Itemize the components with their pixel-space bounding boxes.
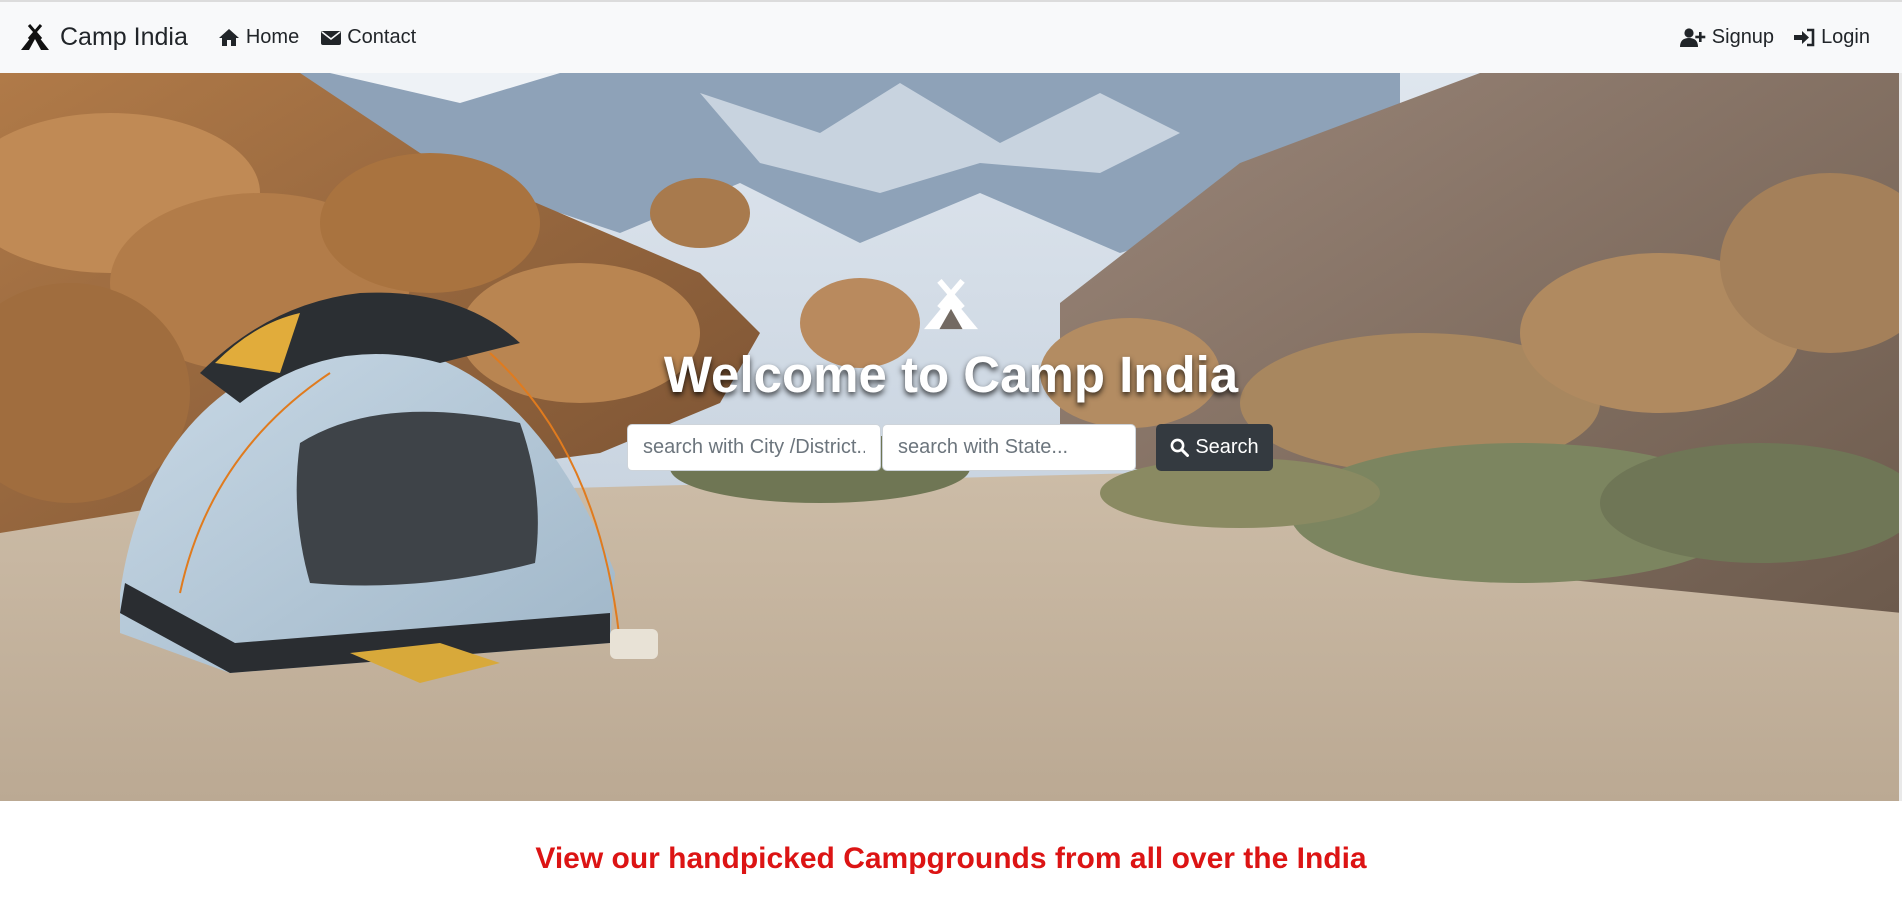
user-plus-icon [1679, 27, 1706, 48]
nav-signup-label: Signup [1711, 26, 1775, 48]
hero-banner: Welcome to Camp India Search [0, 73, 1902, 801]
campground-icon [19, 23, 51, 52]
nav-contact-label: Contact [347, 26, 417, 48]
search-button-label: Search [1195, 436, 1259, 458]
brand-link[interactable]: Camp India [19, 23, 188, 52]
nav-signup-link[interactable]: Signup [1679, 26, 1775, 49]
nav-login-link[interactable]: Login [1794, 26, 1870, 49]
state-search-input[interactable] [882, 424, 1136, 471]
envelope-icon [321, 30, 342, 46]
search-icon [1170, 438, 1190, 457]
city-search-input[interactable] [627, 424, 881, 471]
nav-contact-link[interactable]: Contact [321, 26, 416, 49]
home-icon [218, 28, 240, 47]
search-form: Search [627, 424, 1273, 471]
top-navbar: Camp India Home Contact Signup Login [0, 0, 1902, 73]
sign-in-icon [1794, 28, 1815, 47]
nav-home-label: Home [245, 26, 300, 48]
campground-icon [920, 279, 982, 333]
brand-name: Camp India [60, 23, 188, 51]
nav-login-label: Login [1821, 26, 1870, 48]
nav-home-link[interactable]: Home [218, 26, 299, 49]
hero-content: Welcome to Camp India Search [0, 73, 1902, 801]
campgrounds-section-heading: View our handpicked Campgrounds from all… [535, 842, 1367, 875]
search-button[interactable]: Search [1156, 424, 1273, 471]
hero-title: Welcome to Camp India [663, 346, 1239, 403]
